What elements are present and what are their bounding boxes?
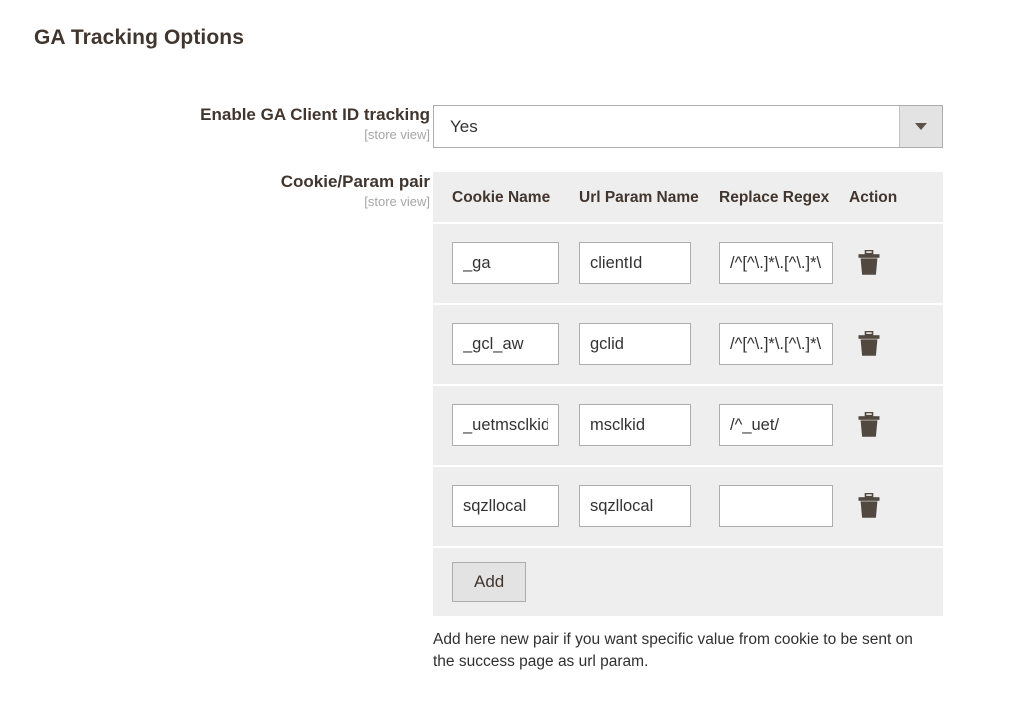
enable-tracking-dropdown-button[interactable] [899,106,942,147]
cell-url-param-name [579,404,719,447]
cell-action [849,493,924,519]
cookie-param-pair-table: Cookie Name Url Param Name Replace Regex… [433,172,943,616]
cell-replace-regex [719,242,849,285]
field-row-cookie-param-pair: Cookie/Param pair [store view] Cookie Na… [0,172,943,673]
cell-url-param-name [579,485,719,528]
cookie-name-input[interactable] [452,485,559,528]
cell-url-param-name [579,323,719,366]
table-row [433,383,943,465]
delete-row-button[interactable] [857,331,881,357]
table-footer: Add [433,545,943,616]
label-cookie-param-pair: Cookie/Param pair [store view] [0,172,430,209]
cell-cookie-name [433,242,579,285]
column-header-cookie-name: Cookie Name [452,189,551,206]
url-param-name-input[interactable] [579,404,691,447]
chevron-down-icon [915,123,927,130]
url-param-name-input[interactable] [579,323,691,366]
label-cookie-param-pair-scope: [store view] [364,193,430,209]
cell-replace-regex [719,323,849,366]
table-row [433,464,943,546]
enable-tracking-select[interactable]: Yes [433,105,943,148]
delete-row-button[interactable] [857,493,881,519]
url-param-name-input[interactable] [579,485,691,528]
column-header-replace-regex: Replace Regex [719,189,830,206]
cell-action [849,331,924,357]
cell-cookie-name [433,404,579,447]
table-header-row: Cookie Name Url Param Name Replace Regex… [433,172,943,222]
table-row [433,302,943,384]
url-param-name-input[interactable] [579,242,691,285]
table-row [433,221,943,303]
label-enable-tracking-text: Enable GA Client ID tracking [200,105,430,124]
trash-icon [857,331,881,360]
cell-replace-regex [719,404,849,447]
add-row-button[interactable]: Add [452,561,527,602]
column-header-action: Action [849,189,898,206]
label-enable-tracking-scope: [store view] [364,126,430,142]
cell-cookie-name [433,323,579,366]
cookie-name-input[interactable] [452,242,559,285]
trash-icon [857,250,881,279]
cookie-name-input[interactable] [452,404,559,447]
table-body [433,221,943,546]
cookie-param-pair-help-note: Add here new pair if you want specific v… [433,630,913,670]
page-title: GA Tracking Options [34,26,244,49]
replace-regex-input[interactable] [719,404,833,447]
control-enable-tracking: Yes [433,105,943,148]
trash-icon [857,412,881,441]
cookie-name-input[interactable] [452,323,559,366]
replace-regex-input[interactable] [719,242,833,285]
enable-tracking-selected-value: Yes [450,116,478,136]
delete-row-button[interactable] [857,412,881,438]
cell-cookie-name [433,485,579,528]
cell-replace-regex [719,485,849,528]
replace-regex-input[interactable] [719,485,833,528]
column-header-url-param-name: Url Param Name [579,189,699,206]
cell-url-param-name [579,242,719,285]
field-row-enable-tracking: Enable GA Client ID tracking [store view… [0,105,943,148]
cell-action [849,250,924,276]
replace-regex-input[interactable] [719,323,833,366]
control-cookie-param-pair: Cookie Name Url Param Name Replace Regex… [433,172,943,673]
delete-row-button[interactable] [857,250,881,276]
cell-action [849,412,924,438]
trash-icon [857,493,881,522]
label-cookie-param-pair-text: Cookie/Param pair [280,172,430,191]
label-enable-tracking: Enable GA Client ID tracking [store view… [0,105,430,142]
